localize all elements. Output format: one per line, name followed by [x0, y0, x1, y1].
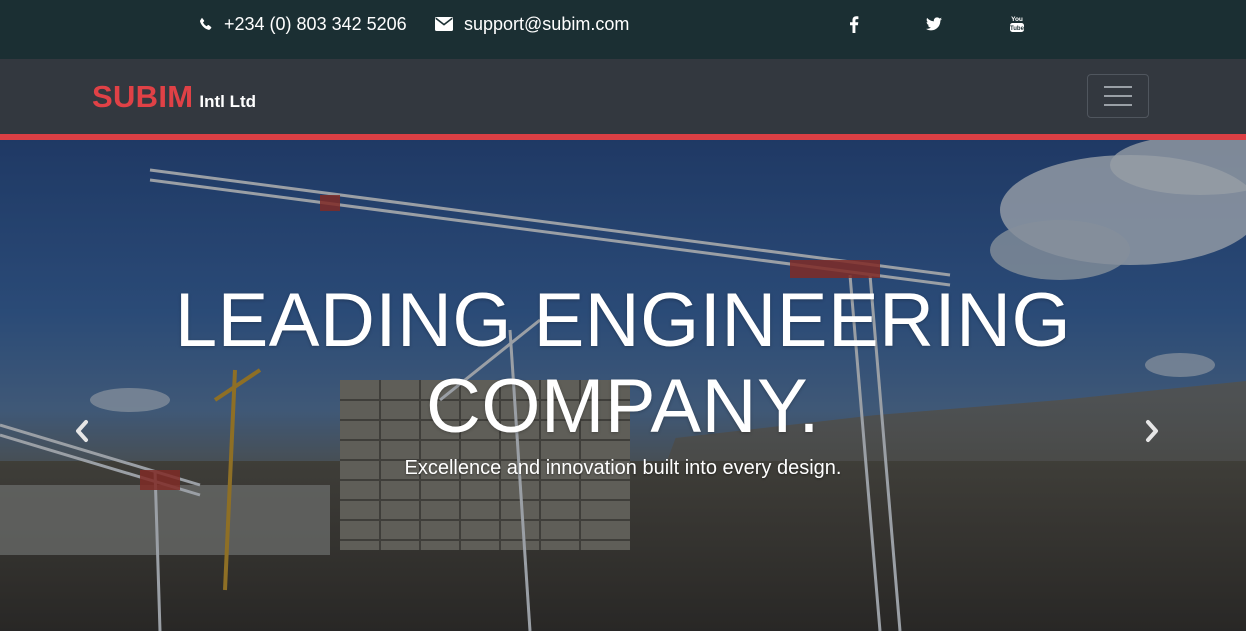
twitter-icon — [926, 17, 942, 31]
hero-subtitle: Excellence and innovation built into eve… — [404, 457, 842, 479]
facebook-icon — [850, 15, 859, 33]
twitter-link[interactable] — [922, 0, 946, 48]
envelope-icon — [435, 17, 453, 31]
carousel-prev-button[interactable] — [67, 416, 97, 446]
phone-number: +234 (0) 803 342 5206 — [224, 13, 407, 34]
brand-name: SUBIM — [92, 79, 194, 114]
hamburger-menu-icon — [1104, 86, 1132, 106]
facebook-link[interactable] — [842, 0, 866, 48]
youtube-link[interactable]: You Tube — [1005, 0, 1029, 48]
brand-logo-link[interactable]: SUBIM Intl Ltd — [92, 79, 256, 115]
hero-title-line-1: LEADING ENGINEERING — [174, 278, 1072, 363]
svg-text:Tube: Tube — [1010, 26, 1025, 32]
email-contact[interactable]: support@subim.com — [435, 0, 629, 48]
chevron-left-icon — [76, 420, 88, 442]
hero-carousel: LEADING ENGINEERING COMPANY. Excellence … — [0, 140, 1246, 631]
hero-title: LEADING ENGINEERING COMPANY. — [0, 278, 1246, 450]
carousel-next-button[interactable] — [1137, 416, 1167, 446]
main-navbar: SUBIM Intl Ltd — [0, 59, 1246, 134]
brand-suffix: Intl Ltd — [199, 92, 257, 111]
phone-contact[interactable]: +234 (0) 803 342 5206 — [199, 0, 407, 48]
youtube-icon: You Tube — [1010, 16, 1025, 32]
top-contact-bar: +234 (0) 803 342 5206 support@subim.com … — [0, 0, 1246, 59]
navbar-toggle-button[interactable] — [1087, 74, 1149, 118]
hero-title-line-2: COMPANY. — [426, 364, 820, 449]
chevron-right-icon — [1146, 420, 1158, 442]
svg-text:You: You — [1011, 16, 1023, 23]
email-address: support@subim.com — [464, 13, 630, 34]
phone-icon — [200, 17, 212, 30]
